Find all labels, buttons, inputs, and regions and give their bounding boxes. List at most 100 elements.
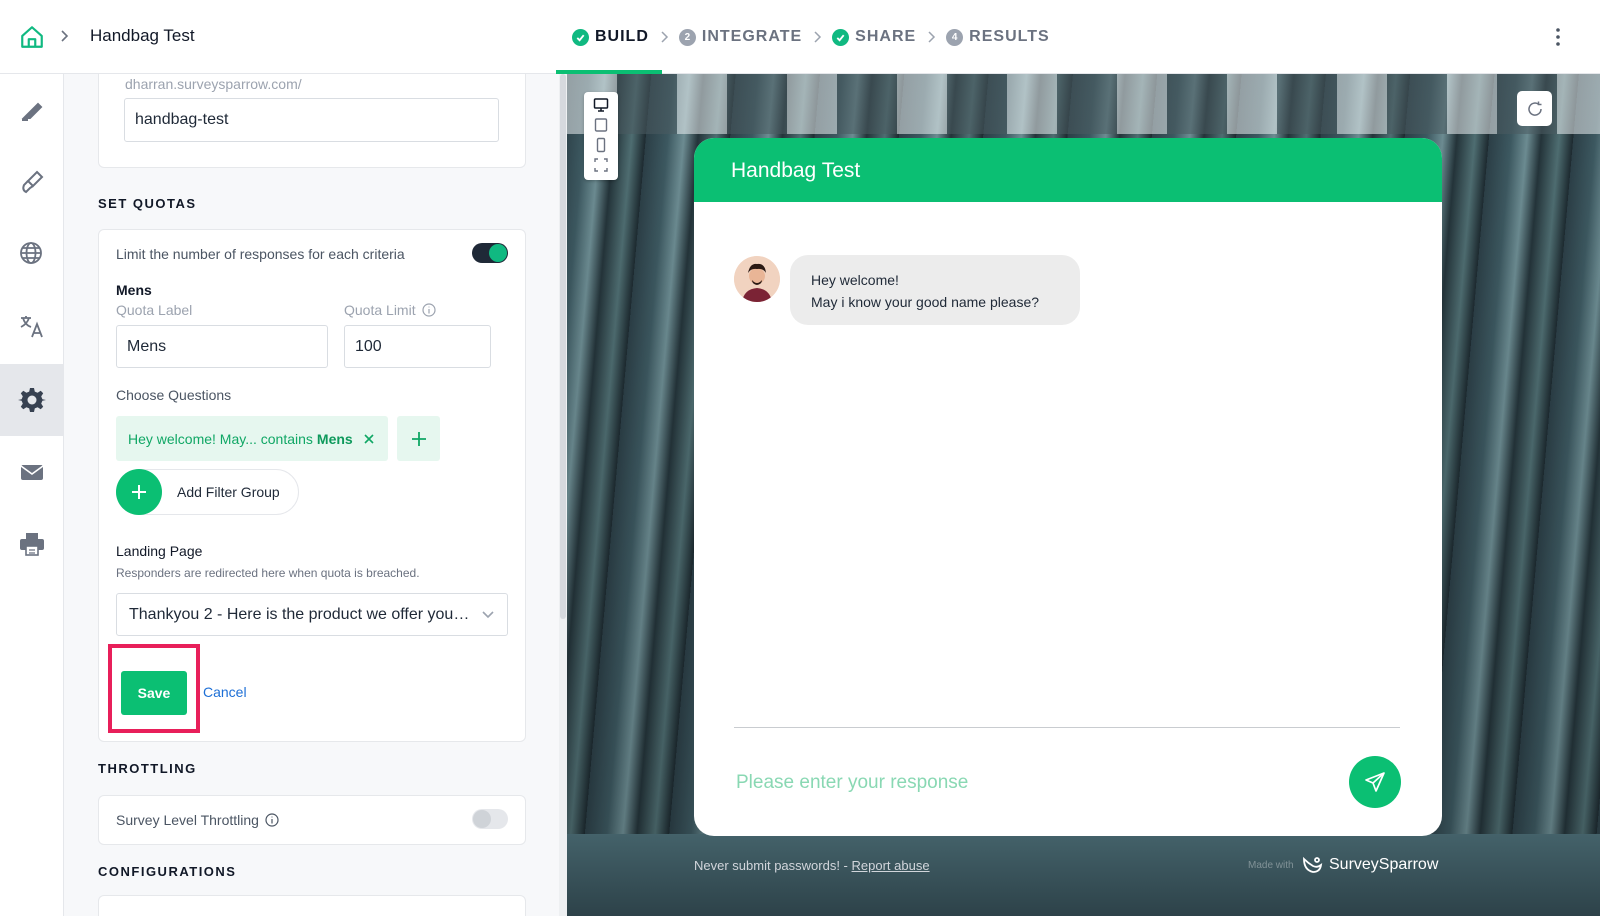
step-integrate[interactable]: 2 INTEGRATE bbox=[678, 28, 803, 46]
step-label: RESULTS bbox=[969, 28, 1050, 45]
configurations-heading: CONFIGURATIONS bbox=[98, 864, 237, 879]
bot-avatar bbox=[734, 256, 780, 302]
step-label: INTEGRATE bbox=[701, 28, 803, 45]
check-circle-icon bbox=[832, 28, 850, 46]
step-number: 4 bbox=[946, 28, 964, 46]
response-input[interactable] bbox=[736, 768, 1296, 798]
step-build[interactable]: BUILD bbox=[572, 28, 649, 46]
chat-title: Handbag Test bbox=[731, 159, 861, 182]
landing-page-select[interactable]: Thankyou 2 - Here is the product we offe… bbox=[116, 593, 508, 636]
throttling-label: Survey Level Throttling bbox=[116, 812, 259, 828]
chat-window: Handbag Test Hey welcome! May i know you… bbox=[694, 138, 1442, 836]
printer-icon bbox=[20, 533, 44, 556]
report-abuse-link[interactable]: Report abuse bbox=[852, 858, 930, 873]
landing-page-help: Responders are redirected here when quot… bbox=[116, 566, 420, 580]
gear-icon bbox=[18, 388, 46, 412]
info-icon[interactable] bbox=[421, 303, 436, 317]
pen-icon bbox=[21, 102, 43, 121]
quota-toggle[interactable] bbox=[472, 243, 508, 263]
home-icon[interactable] bbox=[19, 24, 45, 50]
save-button[interactable]: Save bbox=[121, 671, 187, 715]
background-ceiling bbox=[567, 74, 1600, 134]
throttling-label-row: Survey Level Throttling bbox=[116, 812, 279, 828]
throttling-heading: THROTTLING bbox=[98, 761, 197, 776]
cancel-link[interactable]: Cancel bbox=[203, 684, 247, 700]
rail-item-theme[interactable] bbox=[0, 146, 64, 218]
toggle-knob bbox=[489, 244, 507, 262]
quota-toggle-label: Limit the number of responses for each c… bbox=[116, 246, 405, 262]
left-nav-rail bbox=[0, 74, 64, 916]
toggle-knob bbox=[473, 810, 491, 828]
step-label: BUILD bbox=[595, 28, 649, 45]
rail-item-email[interactable] bbox=[0, 436, 64, 508]
desktop-view-icon[interactable] bbox=[592, 96, 610, 114]
quota-limit-input[interactable]: 100 bbox=[344, 325, 491, 368]
plus-icon bbox=[411, 431, 426, 446]
paint-brush-icon bbox=[22, 170, 44, 194]
step-share[interactable]: SHARE bbox=[832, 28, 916, 46]
survey-title: Handbag Test bbox=[90, 26, 195, 45]
scrollbar-thumb[interactable] bbox=[560, 74, 566, 619]
check-circle-icon bbox=[572, 28, 589, 46]
rail-item-translate[interactable] bbox=[0, 290, 64, 362]
step-results[interactable]: 4 RESULTS bbox=[946, 28, 1049, 46]
chevron-right-icon bbox=[916, 28, 946, 46]
url-slug-input[interactable]: handbag-test bbox=[124, 98, 499, 142]
landing-page-label: Landing Page bbox=[116, 543, 203, 559]
fullscreen-icon[interactable] bbox=[592, 156, 610, 174]
throttling-toggle[interactable] bbox=[472, 809, 508, 829]
background-floor bbox=[567, 834, 1600, 916]
condition-chip[interactable]: Hey welcome! May... contains Mens bbox=[116, 416, 388, 461]
brand-badge[interactable]: SurveySparrow bbox=[1300, 853, 1438, 877]
quota-limit-caption-text: Quota Limit bbox=[344, 302, 416, 318]
condition-text: Hey welcome! May... contains bbox=[128, 430, 313, 447]
step-number: 2 bbox=[678, 28, 696, 46]
rail-item-settings[interactable] bbox=[0, 364, 64, 436]
landing-page-value: Thankyou 2 - Here is the product we offe… bbox=[129, 605, 471, 623]
panel-scrollbar[interactable] bbox=[559, 74, 567, 916]
set-quotas-heading: SET QUOTAS bbox=[98, 196, 197, 211]
chevron-down-icon bbox=[482, 610, 494, 618]
rail-item-design[interactable] bbox=[0, 74, 64, 146]
add-filter-group-label: Add Filter Group bbox=[177, 484, 280, 500]
top-bar: Handbag Test BUILD 2 INTEGRATE SHARE 4 R… bbox=[0, 0, 1600, 74]
quota-label-input[interactable]: Mens bbox=[116, 325, 328, 368]
chat-divider bbox=[734, 727, 1400, 728]
configurations-card bbox=[98, 895, 526, 916]
step-label: SHARE bbox=[855, 28, 917, 45]
footer-note: Never submit passwords! - Report abuse bbox=[694, 858, 930, 873]
made-with-text: Made with bbox=[1248, 860, 1294, 871]
add-condition-button[interactable] bbox=[397, 416, 440, 461]
translate-icon bbox=[20, 316, 43, 338]
chat-header: Handbag Test bbox=[694, 138, 1442, 202]
brand-name: SurveySparrow bbox=[1329, 856, 1439, 873]
message-line-2: May i know your good name please? bbox=[811, 294, 1040, 310]
active-step-indicator bbox=[556, 70, 662, 74]
quota-name: Mens bbox=[116, 282, 152, 298]
workflow-steps: BUILD 2 INTEGRATE SHARE 4 RESULTS bbox=[572, 24, 1050, 50]
refresh-icon bbox=[1527, 101, 1542, 116]
quota-limit-caption: Quota Limit bbox=[344, 302, 436, 318]
send-button[interactable] bbox=[1349, 756, 1401, 808]
close-icon[interactable] bbox=[363, 433, 375, 445]
choose-questions-label: Choose Questions bbox=[116, 387, 232, 403]
url-prefix: dharran.surveysparrow.com/ bbox=[125, 76, 302, 92]
footer-warning: Never submit passwords! - bbox=[694, 858, 848, 873]
more-options-icon[interactable] bbox=[1554, 26, 1562, 48]
quota-label-caption: Quota Label bbox=[116, 302, 193, 318]
info-icon[interactable] bbox=[265, 813, 279, 827]
mail-icon bbox=[20, 465, 44, 480]
condition-value: Mens bbox=[316, 430, 353, 447]
chevron-right-icon bbox=[802, 28, 832, 46]
tablet-view-icon[interactable] bbox=[592, 116, 610, 134]
plus-icon bbox=[116, 469, 162, 515]
mobile-view-icon[interactable] bbox=[592, 136, 610, 154]
add-filter-group-button[interactable]: Add Filter Group bbox=[116, 469, 299, 515]
refresh-preview-button[interactable] bbox=[1517, 91, 1552, 126]
rail-item-print[interactable] bbox=[0, 508, 64, 580]
device-toggle-toolbar bbox=[584, 92, 618, 180]
rail-item-language[interactable] bbox=[0, 218, 64, 290]
send-icon bbox=[1365, 772, 1385, 792]
surveysparrow-logo-icon bbox=[1303, 856, 1323, 873]
bot-message-bubble: Hey welcome! May i know your good name p… bbox=[790, 255, 1080, 325]
